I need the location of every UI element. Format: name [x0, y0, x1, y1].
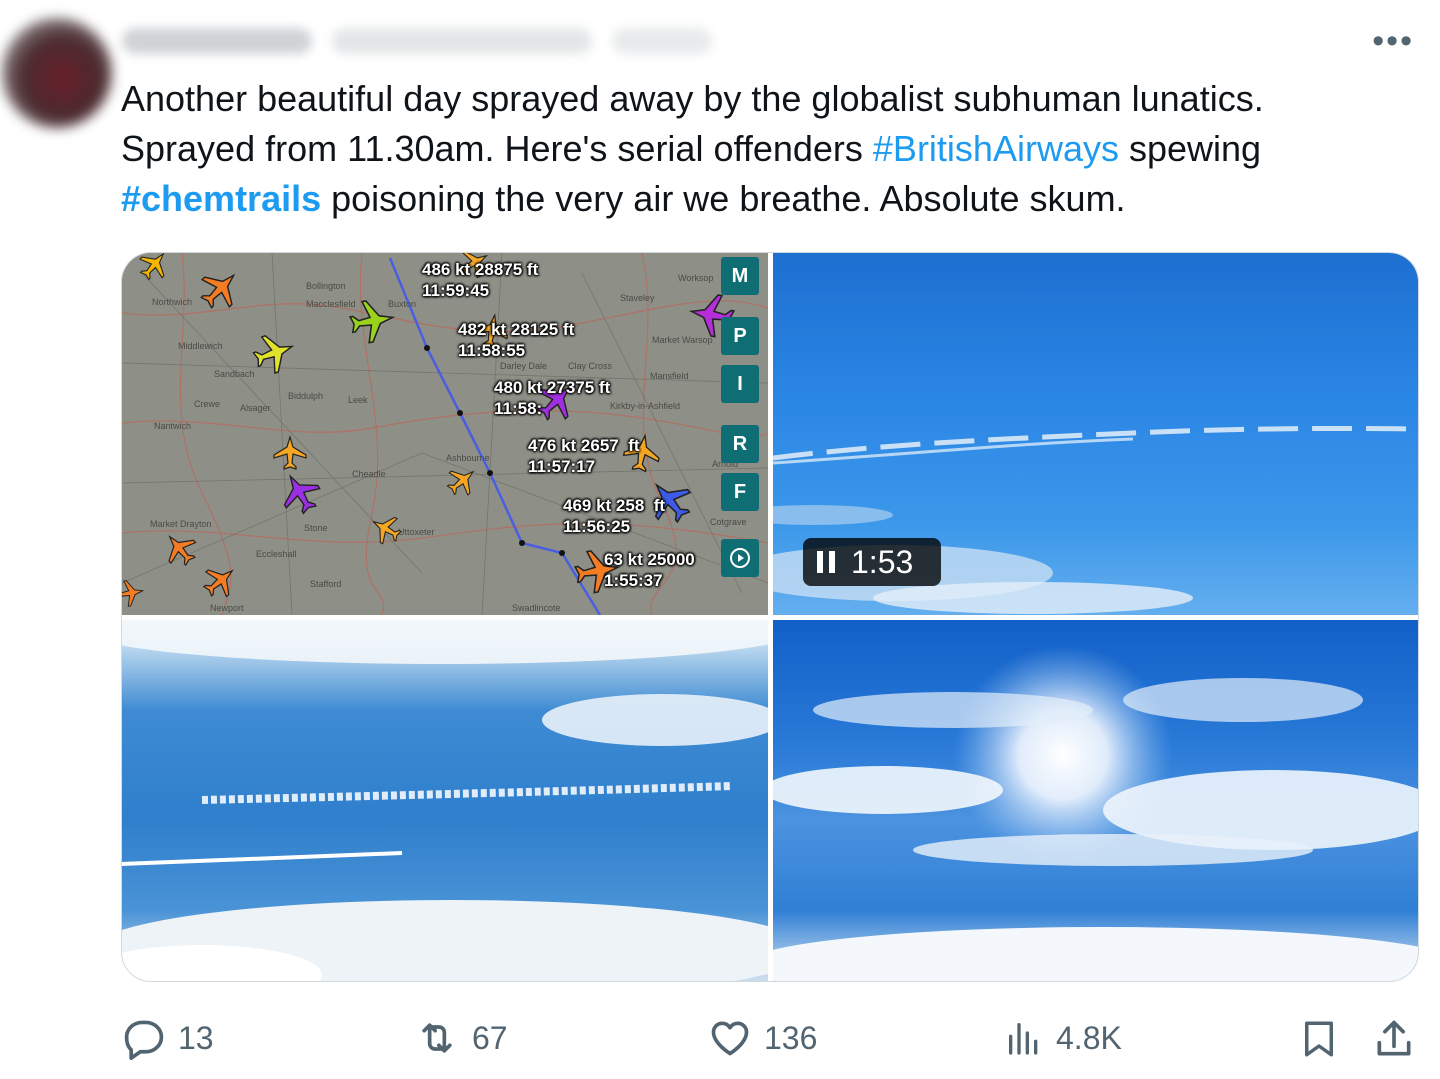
reply-button[interactable]: 13 — [122, 1016, 214, 1060]
tweet-text-segment: poisoning the very air we breathe. Absol… — [321, 178, 1126, 219]
tweet-text-line: #chemtrails poisoning the very air we br… — [121, 174, 1401, 224]
tweet-text-segment: Another beautiful day sprayed away by th… — [121, 78, 1264, 119]
author-handle-redacted[interactable] — [332, 28, 592, 54]
heart-icon — [711, 1021, 749, 1056]
map-button-p[interactable]: P — [721, 317, 759, 355]
sky-sun-drawing — [773, 645, 1418, 981]
flight-label: 482 kt 28125 ft 11:58:55 — [458, 320, 575, 360]
media-grid[interactable]: Northwich Middlewich Sandbach Crewe Alsager N… — [121, 252, 1419, 982]
like-count: 136 — [764, 1019, 818, 1056]
sky-photo-sun[interactable] — [773, 620, 1418, 981]
views-button[interactable]: 4.8K — [1004, 1016, 1122, 1060]
video-time: 1:53 — [851, 543, 914, 580]
reply-count: 13 — [178, 1019, 214, 1056]
flight-label: 480 kt 27375 ft 11:58: — [494, 378, 611, 418]
author-name-redacted[interactable] — [122, 28, 312, 54]
play-circle-icon[interactable] — [721, 539, 759, 577]
bookmark-button[interactable] — [1298, 1016, 1340, 1062]
tweet-text-line: Another beautiful day sprayed away by th… — [121, 74, 1401, 124]
retweet-icon — [422, 1023, 452, 1053]
pause-icon[interactable] — [817, 551, 835, 573]
flight-label: 486 kt 28875 ft 11:59:45 — [422, 260, 539, 300]
tweet-text: Another beautiful day sprayed away by th… — [121, 74, 1401, 224]
map-button-m[interactable]: M — [721, 257, 759, 295]
flight-map-image[interactable]: Northwich Middlewich Sandbach Crewe Alsager N… — [122, 253, 768, 615]
map-button-f[interactable]: F — [721, 473, 759, 511]
retweet-count: 67 — [472, 1019, 508, 1056]
flight-label: 476 kt 2657 ft 11:57:17 — [528, 436, 640, 476]
reply-icon — [124, 1020, 164, 1060]
map-button-r[interactable]: R — [721, 425, 759, 463]
sky-photo-contrails[interactable] — [122, 620, 768, 981]
tweet-text-line: Sprayed from 11.30am. Here's serial offe… — [121, 124, 1401, 174]
tweet-text-segment: Sprayed from 11.30am. Here's serial offe… — [121, 128, 873, 169]
more-horizontal-icon[interactable]: ••• — [1372, 24, 1414, 58]
map-button-i[interactable]: I — [721, 365, 759, 403]
hashtag-link[interactable]: #chemtrails — [121, 178, 321, 219]
action-bar: 13 67 136 4.8K — [0, 1012, 1440, 1066]
hashtag-link[interactable]: #BritishAirways — [873, 128, 1119, 169]
sky-photo-drawing — [122, 620, 768, 981]
share-button[interactable] — [1372, 1016, 1416, 1062]
flight-label: 469 kt 258 ft 11:56:25 — [563, 496, 666, 536]
flight-label: 63 kt 25000 1:55:37 — [604, 550, 695, 590]
views-bar-chart-icon — [1009, 1023, 1038, 1055]
video-sky-contrail[interactable]: 1:53 — [773, 253, 1418, 615]
tweet-text-segment: spewing — [1118, 128, 1262, 169]
views-count: 4.8K — [1056, 1019, 1122, 1056]
share-icon — [1377, 1020, 1411, 1056]
like-button[interactable]: 136 — [708, 1016, 817, 1060]
timestamp-redacted[interactable] — [612, 28, 712, 54]
video-duration-badge[interactable]: 1:53 — [803, 538, 941, 586]
retweet-button[interactable]: 67 — [414, 1016, 508, 1060]
avatar[interactable] — [2, 18, 112, 128]
bookmark-icon — [1305, 1021, 1333, 1057]
